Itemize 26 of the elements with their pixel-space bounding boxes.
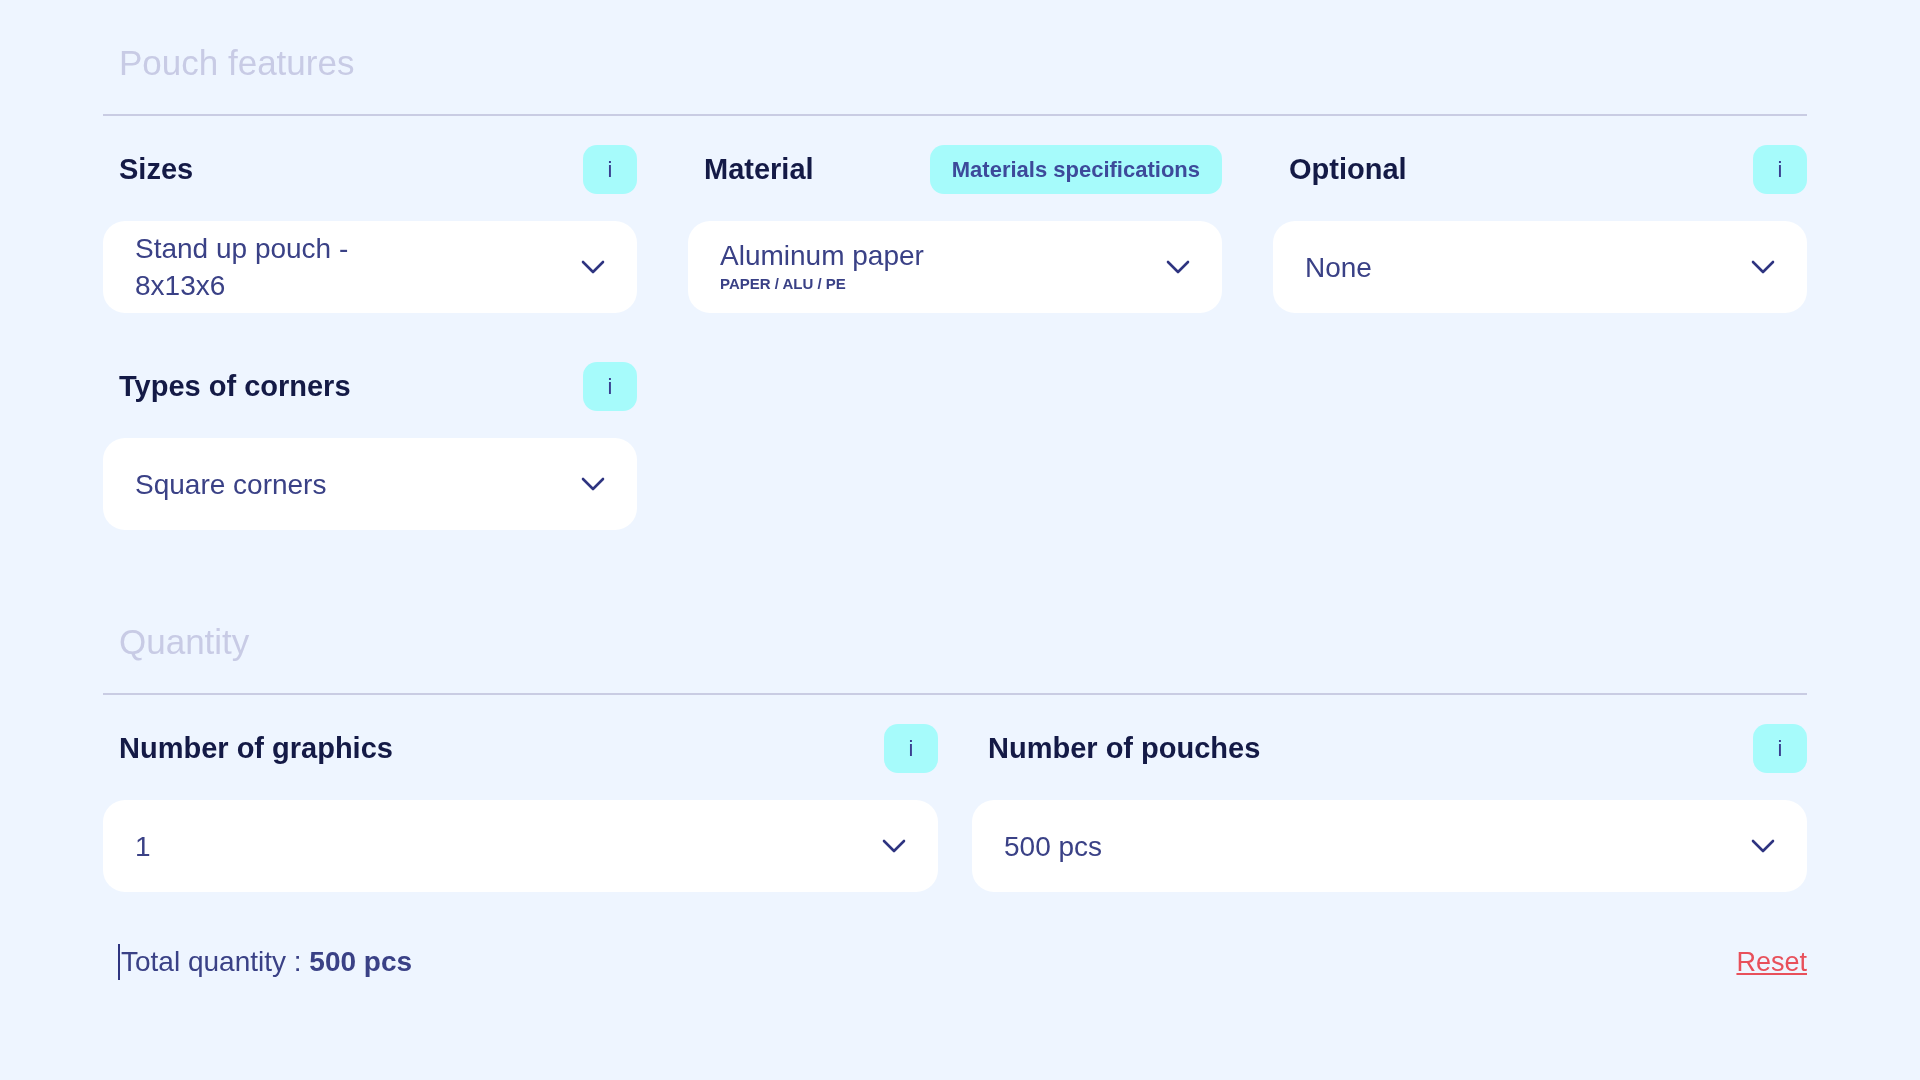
field-label: Number of graphics — [119, 730, 393, 766]
dropdown[interactable]: Square corners — [103, 438, 637, 530]
dropdown[interactable]: 500 pcs — [972, 800, 1807, 892]
dropdown[interactable]: None — [1273, 221, 1807, 313]
chevron-down-icon — [581, 477, 605, 491]
chevron-down-icon — [882, 839, 906, 853]
chevron-down-icon — [581, 260, 605, 274]
field-label: Material — [704, 151, 814, 187]
text-cursor-icon — [118, 944, 120, 980]
chevron-down-icon — [1751, 839, 1775, 853]
info-button[interactable]: i — [1753, 724, 1807, 773]
dropdown[interactable]: 1 — [103, 800, 938, 892]
info-button[interactable]: i — [1753, 145, 1807, 194]
field-label: Sizes — [119, 151, 194, 187]
total-quantity-text: Total quantity : 500 pcs — [121, 945, 413, 979]
field-label: Number of pouches — [988, 730, 1261, 766]
dropdown[interactable]: Aluminum paper PAPER / ALU / PE — [688, 221, 1222, 313]
info-button[interactable]: i — [583, 145, 637, 194]
materials-specifications-button[interactable]: Materials specifications — [929, 145, 1222, 194]
dropdown[interactable]: Stand up pouch - 8x13x6 — [103, 221, 637, 313]
chevron-down-icon — [1166, 260, 1190, 274]
info-button[interactable]: i — [884, 724, 938, 773]
info-button[interactable]: i — [583, 362, 637, 411]
field-label: Optional — [1289, 151, 1407, 187]
chevron-down-icon — [1751, 260, 1775, 274]
field-label: Types of corners — [119, 368, 351, 404]
